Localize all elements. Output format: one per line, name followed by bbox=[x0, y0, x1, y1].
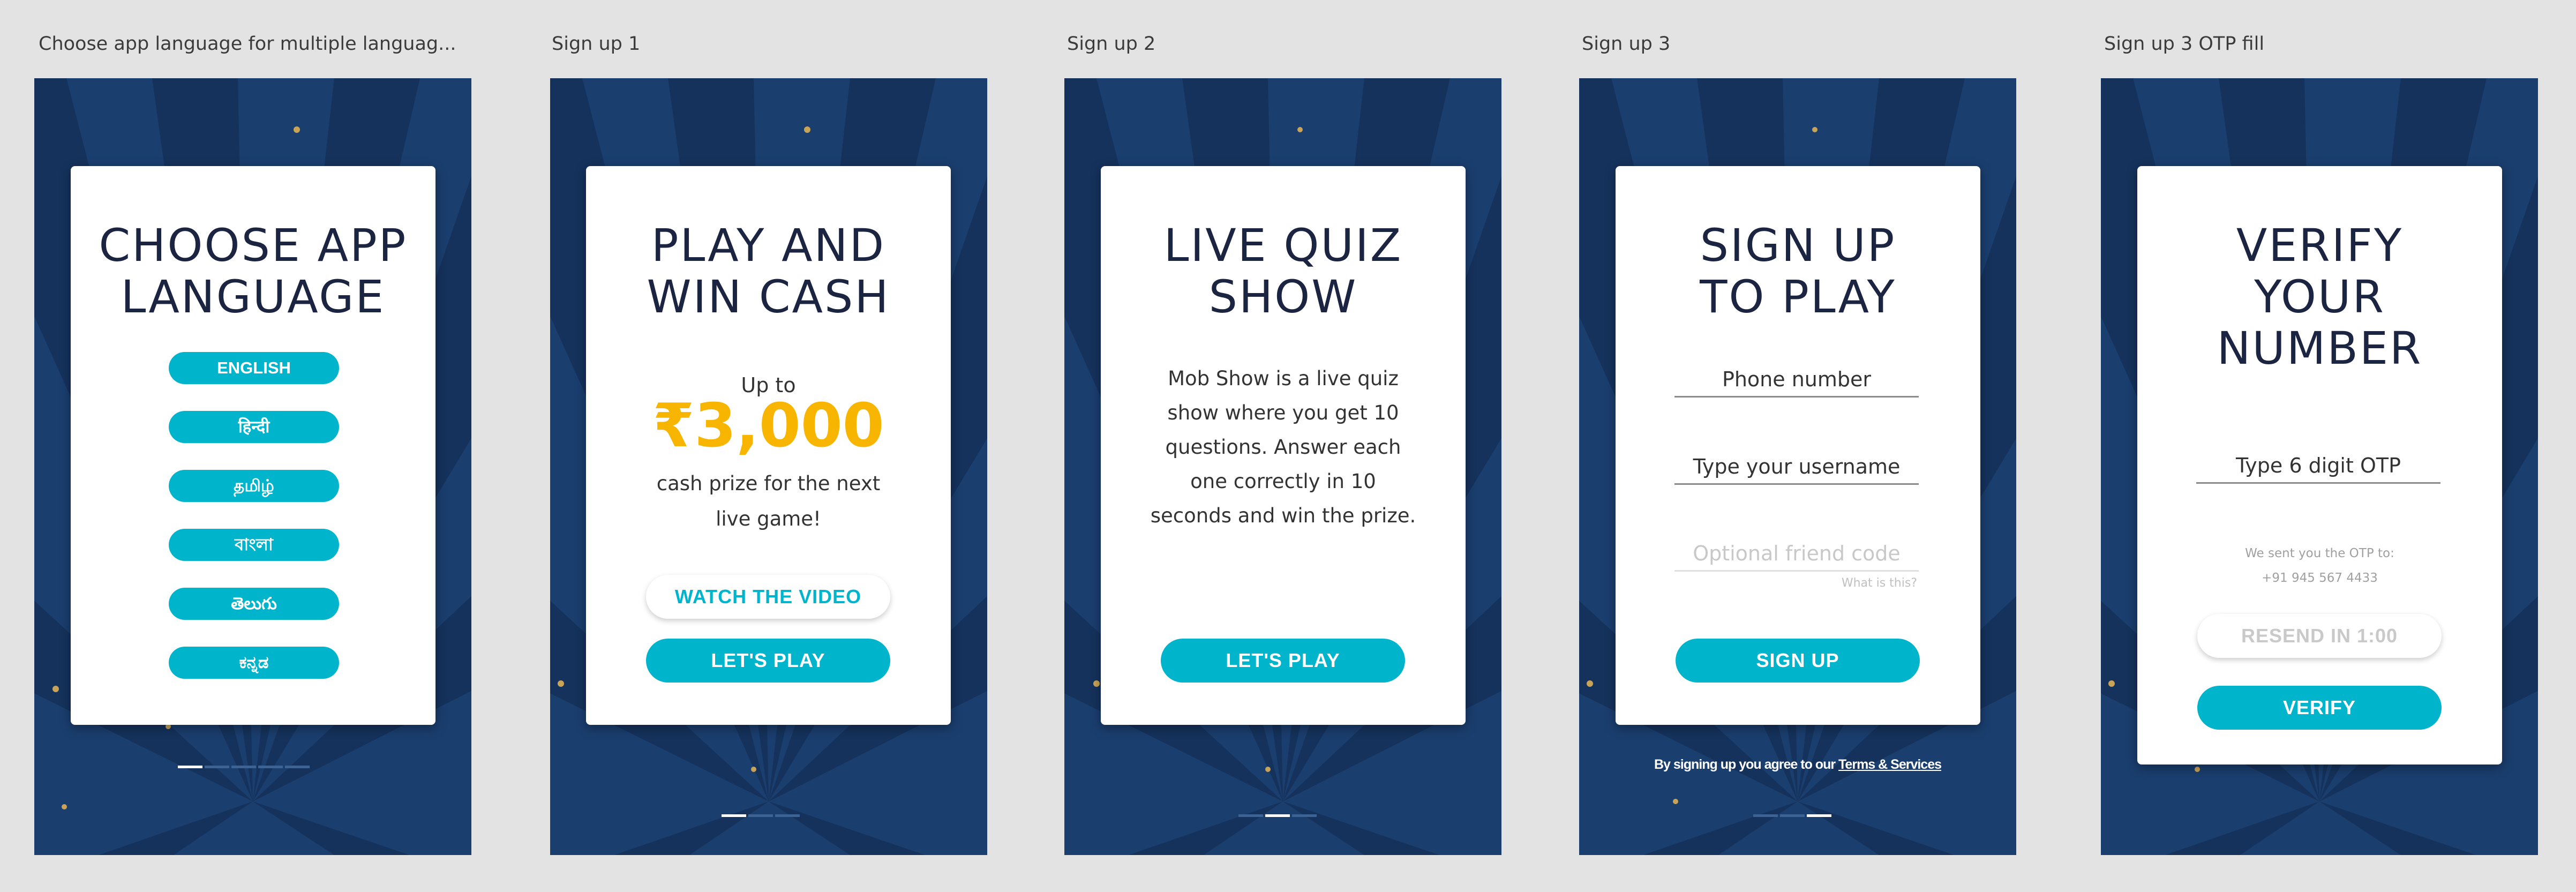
screen-sign-up-2: LIVE QUIZ SHOW Mob Show is a live quiz s… bbox=[1064, 78, 1501, 855]
otp-card: VERIFY YOUR NUMBER Type 6 digit OTP We s… bbox=[2137, 166, 2502, 764]
otp-info: We sent you the OTP to: +91 945 567 4433 bbox=[2137, 541, 2502, 590]
page-dot bbox=[205, 766, 229, 768]
page-indicator bbox=[1238, 814, 1319, 817]
otp-phone-number: +91 945 567 4433 bbox=[2262, 571, 2378, 585]
screen-choose-language: CHOOSE APP LANGUAGE ENGLISH हिन्दी தமிழ்… bbox=[34, 78, 471, 855]
language-button-telugu[interactable]: తెలుగు bbox=[169, 588, 339, 620]
page-indicator bbox=[178, 766, 339, 768]
design-canvas: Choose app language for multiple languag… bbox=[0, 0, 2576, 892]
screen-sign-up-3: SIGN UP TO PLAY Phone number Type your u… bbox=[1579, 78, 2016, 855]
verify-button[interactable]: VERIFY bbox=[2197, 686, 2442, 730]
artboard-title-signup-2[interactable]: Sign up 2 bbox=[1067, 33, 1442, 60]
lets-play-button[interactable]: LET'S PLAY bbox=[1161, 639, 1405, 683]
page-dot bbox=[258, 766, 283, 768]
terms-link[interactable]: Terms & Services bbox=[1838, 757, 1942, 772]
sign-up-card: SIGN UP TO PLAY Phone number Type your u… bbox=[1616, 166, 1980, 725]
prize-description: cash prize for the next live game! bbox=[656, 472, 881, 530]
lets-play-button[interactable]: LET'S PLAY bbox=[646, 639, 890, 683]
card-title: CHOOSE APP LANGUAGE bbox=[99, 219, 408, 323]
card-title: LIVE QUIZ SHOW bbox=[1163, 219, 1403, 323]
page-dot-active bbox=[1265, 814, 1290, 817]
watch-video-button[interactable]: WATCH THE VIDEO bbox=[646, 575, 890, 619]
page-dot bbox=[1292, 814, 1317, 817]
card-title: PLAY AND WIN CASH bbox=[647, 219, 890, 323]
page-indicator bbox=[1753, 814, 1834, 817]
prize-amount: ₹3,000 bbox=[652, 391, 884, 461]
artboard-title-language[interactable]: Choose app language for multiple languag… bbox=[39, 33, 483, 60]
screen-otp-verify: VERIFY YOUR NUMBER Type 6 digit OTP We s… bbox=[2101, 78, 2538, 855]
page-dot-active bbox=[1807, 814, 1831, 817]
artboard-title-otp[interactable]: Sign up 3 OTP fill bbox=[2104, 33, 2479, 60]
page-dot bbox=[1238, 814, 1263, 817]
language-button-english[interactable]: ENGLISH bbox=[169, 352, 339, 384]
page-dot bbox=[748, 814, 773, 817]
artboard-title-signup-3[interactable]: Sign up 3 bbox=[1582, 33, 1957, 60]
show-description: Mob Show is a live quiz show where you g… bbox=[1150, 367, 1416, 527]
what-is-this-link[interactable]: What is this? bbox=[1842, 576, 1917, 590]
language-button-kannada[interactable]: ಕನ್ನಡ bbox=[169, 647, 339, 679]
otp-field[interactable]: Type 6 digit OTP bbox=[2196, 449, 2440, 484]
card-title: SIGN UP TO PLAY bbox=[1700, 219, 1896, 323]
language-button-bengali[interactable]: বাংলা bbox=[169, 529, 339, 561]
page-dot-active bbox=[178, 766, 202, 768]
language-button-hindi[interactable]: हिन्दी bbox=[169, 411, 339, 443]
screen-sign-up-1: PLAY AND WIN CASH Up to ₹3,000 cash priz… bbox=[550, 78, 987, 855]
page-dot-active bbox=[722, 814, 746, 817]
sign-up-button[interactable]: SIGN UP bbox=[1676, 639, 1920, 683]
page-dot bbox=[1753, 814, 1778, 817]
page-dot bbox=[775, 814, 800, 817]
friend-code-field[interactable]: Optional friend code bbox=[1674, 537, 1919, 572]
language-button-tamil[interactable]: தமிழ் bbox=[169, 470, 339, 502]
promo-card: PLAY AND WIN CASH Up to ₹3,000 cash priz… bbox=[586, 166, 951, 725]
card-title: VERIFY YOUR NUMBER bbox=[2217, 219, 2423, 374]
resend-otp-button[interactable]: RESEND IN 1:00 bbox=[2197, 614, 2442, 658]
language-card: CHOOSE APP LANGUAGE ENGLISH हिन्दी தமிழ்… bbox=[71, 166, 435, 725]
page-dot bbox=[285, 766, 310, 768]
phone-number-field[interactable]: Phone number bbox=[1674, 363, 1919, 398]
artboard-title-signup-1[interactable]: Sign up 1 bbox=[552, 33, 927, 60]
username-field[interactable]: Type your username bbox=[1674, 450, 1919, 485]
about-card: LIVE QUIZ SHOW Mob Show is a live quiz s… bbox=[1101, 166, 1466, 725]
terms-prefix: By signing up you agree to our bbox=[1654, 757, 1839, 772]
otp-info-line-1: We sent you the OTP to: bbox=[2245, 546, 2394, 560]
terms-notice: By signing up you agree to our Terms & S… bbox=[1579, 757, 2016, 773]
page-dot bbox=[231, 766, 256, 768]
page-dot bbox=[1780, 814, 1805, 817]
page-indicator bbox=[722, 814, 802, 817]
